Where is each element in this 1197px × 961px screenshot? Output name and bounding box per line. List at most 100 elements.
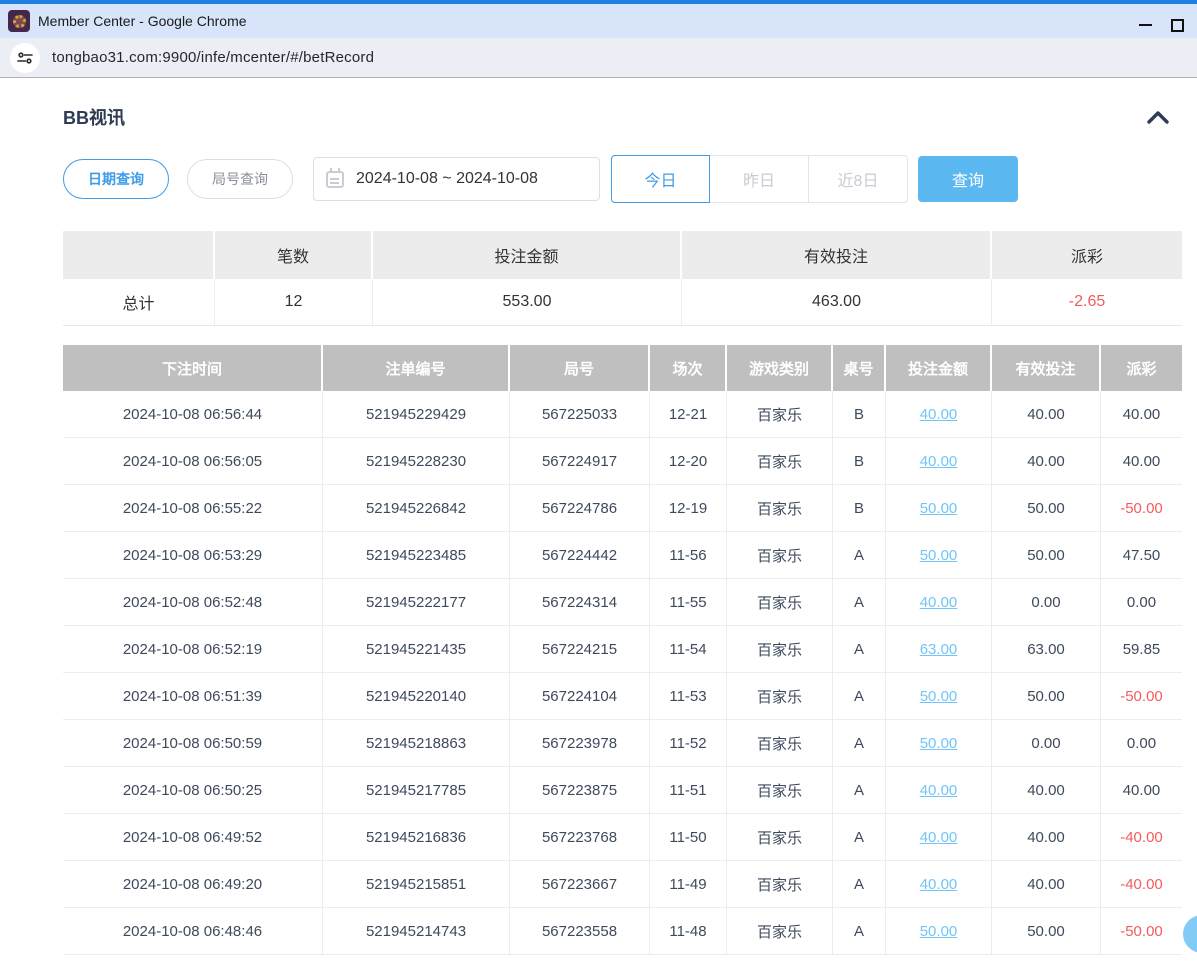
cell-round-no: 567224314 [510,579,650,625]
header-game-type: 游戏类别 [727,345,833,391]
query-by-date-button[interactable]: 日期查询 [63,159,169,199]
cell-valid-bet: 40.00 [992,814,1101,860]
cell-payout: 0.00 [1101,579,1182,625]
cell-table-no: B [833,485,886,531]
cell-game-type: 百家乐 [727,720,833,766]
collapse-section-button[interactable] [1144,107,1172,127]
date-range-value: 2024-10-08 ~ 2024-10-08 [356,170,538,188]
summary-total-row: 总计 12 553.00 463.00 -2.65 [63,279,1182,326]
table-row: 2024-10-08 06:50:59 521945218863 5672239… [63,720,1182,767]
cell-bet-time: 2024-10-08 06:53:29 [63,532,323,578]
minimize-button[interactable] [1123,8,1167,42]
header-payout: 派彩 [1101,345,1182,391]
cell-game-type: 百家乐 [727,579,833,625]
table-row: 2024-10-08 06:53:29 521945223485 5672244… [63,532,1182,579]
cell-game-type: 百家乐 [727,861,833,907]
cell-round-no: 567224442 [510,532,650,578]
table-row: 2024-10-08 06:55:22 521945226842 5672247… [63,485,1182,532]
bet-amount-link[interactable]: 40.00 [920,876,958,893]
bet-amount-link[interactable]: 63.00 [920,641,958,658]
cell-valid-bet: 50.00 [992,908,1101,954]
bet-record-page: BB视讯 日期查询 局号查询 2024-10-08 ~ 2024-10-08 今… [0,78,1197,955]
summary-table: 笔数 投注金额 有效投注 派彩 总计 12 553.00 463.00 -2.6… [63,231,1182,326]
cell-session: 12-20 [650,438,727,484]
cell-bet-time: 2024-10-08 06:50:25 [63,767,323,813]
summary-header-valid-bet: 有效投注 [682,231,992,279]
cell-bet-time: 2024-10-08 06:55:22 [63,485,323,531]
page-title: BB视讯 [63,104,125,130]
cell-payout: -50.00 [1101,673,1182,719]
header-valid-bet: 有效投注 [992,345,1101,391]
cell-round-no: 567223558 [510,908,650,954]
url-text[interactable]: tongbao31.com:9900/infe/mcenter/#/betRec… [52,49,374,66]
cell-valid-bet: 40.00 [992,861,1101,907]
cell-valid-bet: 40.00 [992,767,1101,813]
cell-session: 11-54 [650,626,727,672]
bet-amount-link[interactable]: 50.00 [920,688,958,705]
table-row: 2024-10-08 06:56:44 521945229429 5672250… [63,391,1182,438]
cell-order-no: 521945228230 [323,438,510,484]
bet-amount-link[interactable]: 50.00 [920,735,958,752]
bet-amount-link[interactable]: 50.00 [920,547,958,564]
cell-order-no: 521945220140 [323,673,510,719]
quick-range-yesterday[interactable]: 昨日 [710,155,809,203]
cell-table-no: A [833,532,886,578]
bet-amount-link[interactable]: 40.00 [920,594,958,611]
summary-header-bet-amount: 投注金额 [373,231,682,279]
browser-url-bar: tongbao31.com:9900/infe/mcenter/#/betRec… [0,38,1197,78]
cell-valid-bet: 50.00 [992,532,1101,578]
summary-header-payout: 派彩 [992,231,1182,279]
cell-bet-amount: 40.00 [886,438,992,484]
quick-range-group: 今日 昨日 近8日 [611,155,908,203]
cell-valid-bet: 50.00 [992,485,1101,531]
bet-amount-link[interactable]: 40.00 [920,782,958,799]
table-row: 2024-10-08 06:56:05 521945228230 5672249… [63,438,1182,485]
summary-header-count: 笔数 [215,231,373,279]
search-button[interactable]: 查询 [918,156,1018,202]
cell-session: 11-52 [650,720,727,766]
site-settings-icon[interactable] [10,43,40,73]
table-row: 2024-10-08 06:49:52 521945216836 5672237… [63,814,1182,861]
cell-session: 11-55 [650,579,727,625]
date-range-picker[interactable]: 2024-10-08 ~ 2024-10-08 [313,157,600,201]
cell-round-no: 567223875 [510,767,650,813]
bet-amount-link[interactable]: 40.00 [920,453,958,470]
cell-bet-time: 2024-10-08 06:49:20 [63,861,323,907]
quick-range-last8days[interactable]: 近8日 [809,155,908,203]
calendar-icon [326,171,344,188]
minimize-icon [1139,24,1152,26]
summary-payout-value: -2.65 [992,279,1182,326]
cell-game-type: 百家乐 [727,673,833,719]
query-by-round-button[interactable]: 局号查询 [187,159,293,199]
bet-amount-link[interactable]: 40.00 [920,829,958,846]
bet-amount-link[interactable]: 40.00 [920,406,958,423]
cell-payout: -50.00 [1101,485,1182,531]
cell-payout: 0.00 [1101,720,1182,766]
cell-round-no: 567223667 [510,861,650,907]
cell-table-no: A [833,861,886,907]
cell-table-no: B [833,438,886,484]
site-favicon-icon [8,10,30,32]
cell-order-no: 521945214743 [323,908,510,954]
cell-table-no: A [833,908,886,954]
cell-game-type: 百家乐 [727,626,833,672]
bet-amount-link[interactable]: 50.00 [920,500,958,517]
bet-amount-link[interactable]: 50.00 [920,923,958,940]
cell-bet-amount: 50.00 [886,673,992,719]
cell-valid-bet: 63.00 [992,626,1101,672]
cell-bet-amount: 40.00 [886,861,992,907]
cell-round-no: 567223978 [510,720,650,766]
cell-bet-time: 2024-10-08 06:50:59 [63,720,323,766]
cell-bet-amount: 50.00 [886,720,992,766]
window-controls [1123,8,1197,42]
cell-game-type: 百家乐 [727,485,833,531]
window-title-bar: Member Center - Google Chrome [0,0,1197,38]
maximize-button[interactable] [1167,8,1197,42]
cell-game-type: 百家乐 [727,532,833,578]
cell-bet-amount: 40.00 [886,767,992,813]
summary-valid-bet-value: 463.00 [682,279,992,326]
quick-range-today[interactable]: 今日 [611,155,710,203]
cell-session: 12-19 [650,485,727,531]
cell-bet-time: 2024-10-08 06:51:39 [63,673,323,719]
cell-valid-bet: 0.00 [992,720,1101,766]
